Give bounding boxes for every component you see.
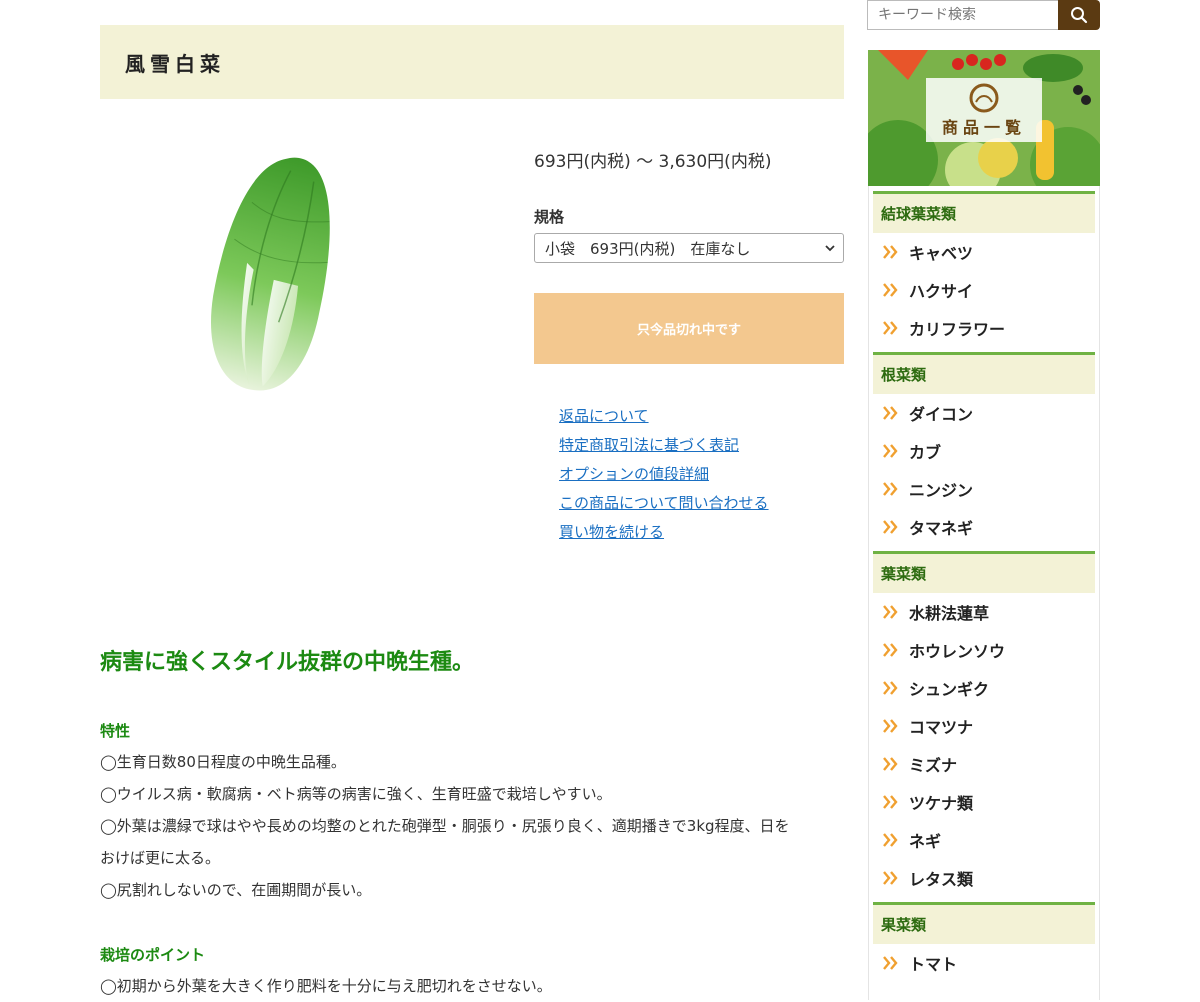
description-line: ◯ウイルス病・軟腐病・ベト病等の病害に強く、生育旺盛で栽培しやすい。 — [100, 785, 612, 803]
sidebar-item-label: シュンギク — [909, 680, 990, 699]
category-group: 結球葉菜類 キャベツ ハクサイ カリフラワー — [869, 191, 1099, 347]
sidebar-item-label: レタス類 — [909, 870, 974, 889]
double-chevron-icon — [883, 444, 899, 458]
description-line: ◯初期から外葉を大きく作り肥料を十分に与え肥切れをさせない。 — [100, 977, 552, 995]
sidebar-item-label: ネギ — [909, 832, 942, 851]
sidebar-item-label: ミズナ — [909, 756, 958, 775]
link-item: 返品について — [559, 404, 769, 433]
double-chevron-icon — [883, 833, 899, 847]
sidebar-item-tamanegi[interactable]: タマネギ — [869, 508, 1099, 546]
double-chevron-icon — [883, 605, 899, 619]
sidebar-item-label: 水耕法蓮草 — [909, 604, 990, 623]
double-chevron-icon — [883, 245, 899, 259]
product-list-banner[interactable]: 商品一覧 — [868, 50, 1100, 186]
sidebar-item-tomato[interactable]: トマト — [869, 944, 1099, 982]
sidebar-item-label: カリフラワー — [909, 320, 1006, 339]
double-chevron-icon — [883, 956, 899, 970]
category-group: 果菜類 トマト — [869, 902, 1099, 982]
search-box — [867, 0, 1100, 30]
description-headline: 病害に強くスタイル抜群の中晩生種。 — [100, 650, 475, 675]
sidebar-item-daikon[interactable]: ダイコン — [869, 394, 1099, 432]
link-item: この商品について問い合わせる — [559, 491, 769, 520]
link-item: 買い物を続ける — [559, 520, 769, 549]
search-button[interactable] — [1058, 0, 1100, 30]
sidebar-item-mizuna[interactable]: ミズナ — [869, 745, 1099, 783]
product-title: 風雪白菜 — [125, 51, 225, 76]
sidebar-item-label: ニンジン — [909, 481, 974, 500]
description-line: おけば更に太る。 — [100, 849, 221, 867]
sidebar-item-label: ツケナ類 — [909, 794, 974, 813]
description-line: ◯尻割れしないので、在圃期間が長い。 — [100, 881, 372, 899]
double-chevron-icon — [883, 406, 899, 420]
section-title-features: 特性 — [100, 722, 131, 740]
category-heading: 結球葉菜類 — [873, 191, 1095, 233]
sidebar-item-label: トマト — [909, 955, 958, 974]
double-chevron-icon — [883, 643, 899, 657]
sidebar-item-kabu[interactable]: カブ — [869, 432, 1099, 470]
category-group: 根菜類 ダイコン カブ ニンジン タマネギ — [869, 352, 1099, 546]
description-line: ◯外葉は濃緑で球はやや長めの均整のとれた砲弾型・胴張り・尻張り良く、適期播きで3… — [100, 817, 790, 835]
sidebar-item-label: キャベツ — [909, 244, 974, 263]
sidebar-item-lettuce[interactable]: レタス類 — [869, 859, 1099, 897]
sidebar-item-hydroponic-spinach[interactable]: 水耕法蓮草 — [869, 593, 1099, 631]
sidebar-item-label: コマツナ — [909, 718, 974, 737]
sidebar-item-negi[interactable]: ネギ — [869, 821, 1099, 859]
product-title-box: 風雪白菜 — [100, 25, 844, 99]
sidebar-item-label: ハクサイ — [909, 282, 974, 301]
category-heading: 葉菜類 — [873, 551, 1095, 593]
category-group: 葉菜類 水耕法蓮草 ホウレンソウ シュンギク コマツナ ミズナ ツケナ類 ネギ … — [869, 551, 1099, 897]
spec-label: 規格 — [534, 208, 565, 226]
double-chevron-icon — [883, 520, 899, 534]
banner-text: 商品一覧 — [941, 118, 1026, 137]
category-sidebar: 結球葉菜類 キャベツ ハクサイ カリフラワー 根菜類 ダイコン カブ ニンジン … — [868, 186, 1100, 1000]
sidebar-item-spinach[interactable]: ホウレンソウ — [869, 631, 1099, 669]
product-links: 返品について 特定商取引法に基づく表記 オプションの値段詳細 この商品について問… — [559, 404, 769, 549]
section-title-cultivation: 栽培のポイント — [100, 946, 206, 964]
sidebar-item-cauliflower[interactable]: カリフラワー — [869, 309, 1099, 347]
double-chevron-icon — [883, 871, 899, 885]
double-chevron-icon — [883, 719, 899, 733]
link-continue-shopping[interactable]: 買い物を続ける — [559, 523, 664, 541]
sidebar-item-label: カブ — [909, 443, 942, 462]
price-range: 693円(内税) 〜 3,630円(内税) — [534, 152, 772, 172]
link-item: オプションの値段詳細 — [559, 462, 769, 491]
section-body-cultivation: ◯初期から外葉を大きく作り肥料を十分に与え肥切れをさせない。 — [100, 970, 840, 1002]
double-chevron-icon — [883, 795, 899, 809]
spec-selected-value: 小袋 693円(内税) 在庫なし — [545, 239, 751, 258]
double-chevron-icon — [883, 482, 899, 496]
sidebar-item-shungiku[interactable]: シュンギク — [869, 669, 1099, 707]
product-image — [211, 157, 330, 391]
sidebar-item-hakusai[interactable]: ハクサイ — [869, 271, 1099, 309]
section-body-features: ◯生育日数80日程度の中晩生品種。 ◯ウイルス病・軟腐病・ベト病等の病害に強く、… — [100, 746, 840, 906]
description-line: ◯生育日数80日程度の中晩生品種。 — [100, 753, 346, 771]
sidebar-item-label: タマネギ — [909, 519, 974, 538]
double-chevron-icon — [883, 283, 899, 297]
sidebar-item-label: ダイコン — [909, 405, 974, 424]
chevron-down-icon — [823, 240, 837, 260]
sidebar-item-cabbage[interactable]: キャベツ — [869, 233, 1099, 271]
sidebar-item-komatsuna[interactable]: コマツナ — [869, 707, 1099, 745]
category-heading: 果菜類 — [873, 902, 1095, 944]
link-inquiry[interactable]: この商品について問い合わせる — [559, 494, 769, 512]
link-returns[interactable]: 返品について — [559, 407, 649, 425]
soldout-button: 只今品切れ中です — [534, 293, 844, 364]
category-heading: 根菜類 — [873, 352, 1095, 394]
sidebar-item-tsukena[interactable]: ツケナ類 — [869, 783, 1099, 821]
double-chevron-icon — [883, 321, 899, 335]
sidebar-item-label: ホウレンソウ — [909, 642, 1006, 661]
spec-select[interactable]: 小袋 693円(内税) 在庫なし — [534, 233, 844, 263]
double-chevron-icon — [883, 681, 899, 695]
search-input[interactable] — [867, 0, 1059, 30]
double-chevron-icon — [883, 757, 899, 771]
link-item: 特定商取引法に基づく表記 — [559, 433, 769, 462]
sidebar-item-ninjin[interactable]: ニンジン — [869, 470, 1099, 508]
link-legal-notice[interactable]: 特定商取引法に基づく表記 — [559, 436, 739, 454]
search-icon — [1071, 7, 1088, 24]
link-option-price[interactable]: オプションの値段詳細 — [559, 465, 709, 483]
